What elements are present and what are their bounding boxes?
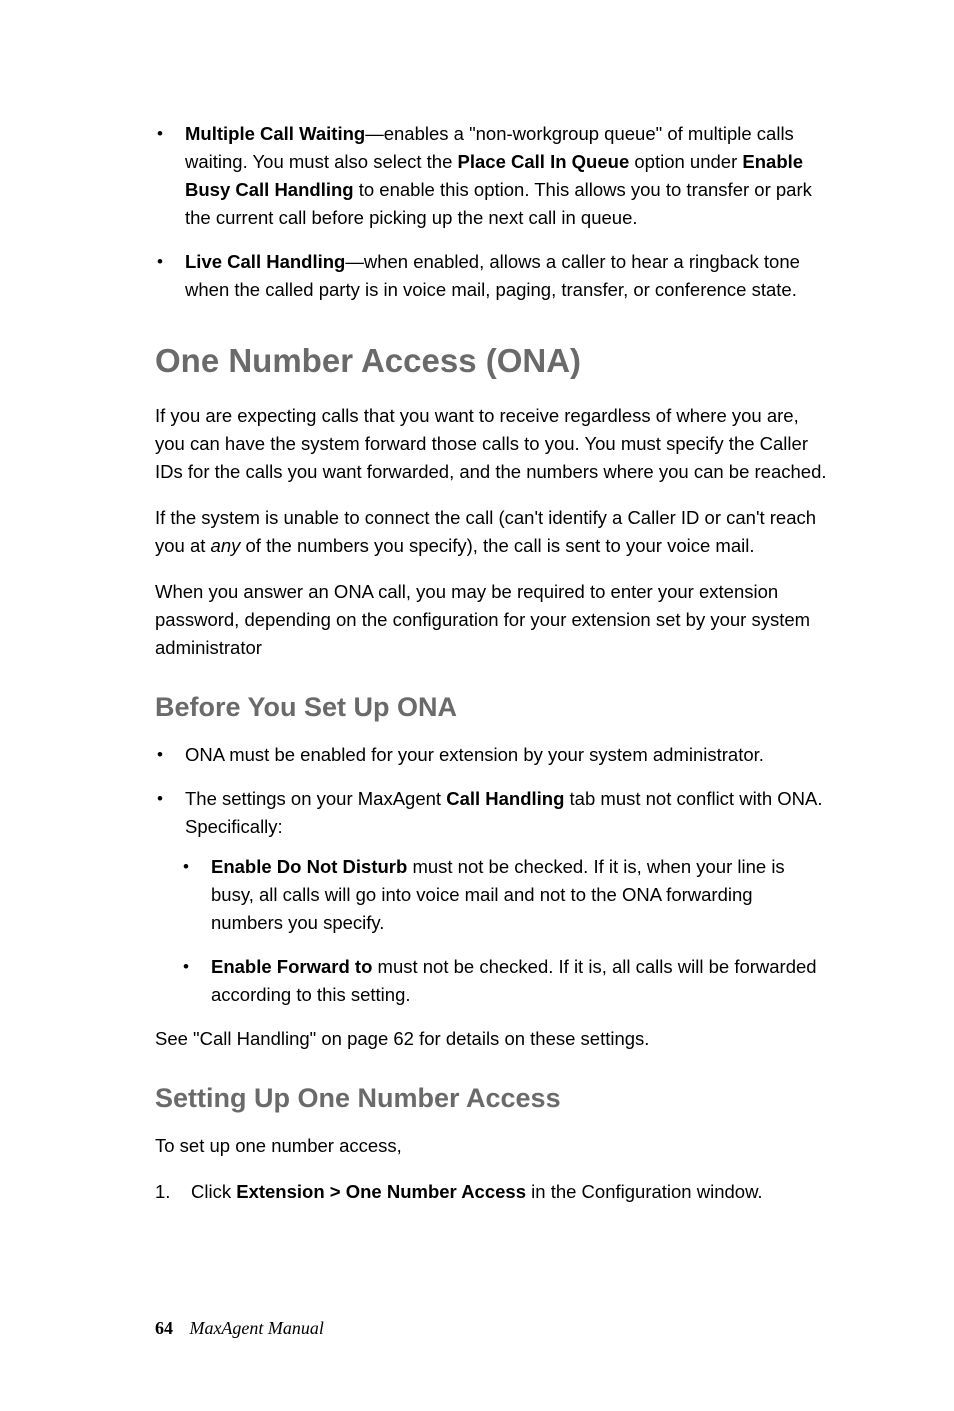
t: The settings on your MaxAgent: [185, 788, 446, 809]
paragraph-see-call-handling: See "Call Handling" on page 62 for detai…: [155, 1025, 828, 1053]
italic-any: any: [211, 535, 241, 556]
bullet-text: Multiple Call Waiting—enables a "non-wor…: [185, 120, 828, 232]
bullet-settings-conflict: • The settings on your MaxAgent Call Han…: [155, 785, 828, 841]
heading-setting-up: Setting Up One Number Access: [155, 1083, 828, 1114]
b: Enable Do Not Disturb: [211, 856, 407, 877]
page-number: 64: [155, 1318, 173, 1338]
bullet-text: ONA must be enabled for your extension b…: [185, 741, 828, 769]
bullet-marker: •: [155, 248, 185, 304]
step-1: 1. Click Extension > One Number Access i…: [155, 1178, 828, 1206]
bullet-marker: •: [183, 853, 211, 937]
bullet-marker: •: [183, 953, 211, 1009]
paragraph-intro: If you are expecting calls that you want…: [155, 402, 828, 486]
page-footer: 64 MaxAgent Manual: [155, 1318, 324, 1339]
bullet-text: Enable Forward to must not be checked. I…: [211, 953, 828, 1009]
b2: Place Call In Queue: [458, 151, 630, 172]
bullet-ona-enabled: • ONA must be enabled for your extension…: [155, 741, 828, 769]
document-page: • Multiple Call Waiting—enables a "non-w…: [0, 0, 954, 1411]
bullet-marker: •: [155, 785, 185, 841]
step-text: Click Extension > One Number Access in t…: [191, 1178, 828, 1206]
t2: in the Configuration window.: [526, 1181, 763, 1202]
b: Enable Forward to: [211, 956, 372, 977]
book-title: MaxAgent Manual: [189, 1318, 323, 1338]
bullet-marker: •: [155, 120, 185, 232]
sub-bullet-dnd: • Enable Do Not Disturb must not be chec…: [155, 853, 828, 937]
t2: option under: [629, 151, 742, 172]
bullet-marker: •: [155, 741, 185, 769]
paragraph-unable-connect: If the system is unable to connect the c…: [155, 504, 828, 560]
b: Call Handling: [446, 788, 564, 809]
bullet-text: Enable Do Not Disturb must not be checke…: [211, 853, 828, 937]
step-number: 1.: [155, 1178, 191, 1206]
bullet-multiple-call-waiting: • Multiple Call Waiting—enables a "non-w…: [155, 120, 828, 232]
t2: of the numbers you specify), the call is…: [240, 535, 754, 556]
bullet-text: Live Call Handling—when enabled, allows …: [185, 248, 828, 304]
sub-bullet-forward: • Enable Forward to must not be checked.…: [155, 953, 828, 1009]
heading-one-number-access: One Number Access (ONA): [155, 342, 828, 380]
paragraph-to-set-up: To set up one number access,: [155, 1132, 828, 1160]
b: Extension > One Number Access: [236, 1181, 526, 1202]
bullet-text: The settings on your MaxAgent Call Handl…: [185, 785, 828, 841]
lead-bold: Multiple Call Waiting: [185, 123, 365, 144]
t: Click: [191, 1181, 236, 1202]
bullet-live-call-handling: • Live Call Handling—when enabled, allow…: [155, 248, 828, 304]
heading-before-setup: Before You Set Up ONA: [155, 692, 828, 723]
paragraph-answer-ona: When you answer an ONA call, you may be …: [155, 578, 828, 662]
lead-bold: Live Call Handling: [185, 251, 345, 272]
